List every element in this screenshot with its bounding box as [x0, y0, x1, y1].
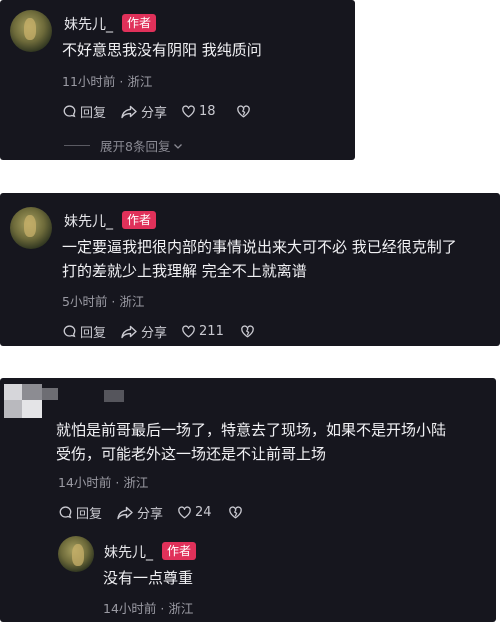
- comment-actions: 回复 分享 18: [62, 102, 268, 121]
- share-icon: [120, 324, 138, 340]
- expand-replies[interactable]: 展开8条回复: [64, 136, 184, 155]
- comment-actions: 回复 分享 211: [62, 322, 272, 341]
- reply-button[interactable]: 回复: [62, 322, 106, 341]
- like-button[interactable]: 211: [181, 324, 224, 339]
- share-label: 分享: [137, 507, 164, 522]
- reply-author-badge: 作者: [162, 542, 197, 560]
- broken-heart-icon: [236, 104, 251, 119]
- broken-heart-icon: [228, 505, 243, 520]
- expand-replies-label: 展开8条回复: [100, 139, 171, 154]
- heart-icon: [177, 505, 192, 520]
- share-label: 分享: [141, 106, 168, 121]
- like-button[interactable]: 24: [177, 505, 212, 520]
- comment-meta: 5小时前 · 浙江: [62, 294, 145, 309]
- like-count: 211: [199, 324, 224, 339]
- reply-avatar[interactable]: [58, 536, 94, 572]
- broken-heart-icon: [240, 324, 255, 339]
- share-label: 分享: [141, 326, 168, 341]
- dislike-button[interactable]: [236, 104, 254, 119]
- comment-meta: 14小时前 · 浙江: [58, 475, 149, 490]
- author-name[interactable]: 妹先儿_: [64, 211, 113, 231]
- author-badge: 作者: [122, 14, 157, 32]
- reply-icon: [62, 324, 77, 339]
- comment-meta: 11小时前 · 浙江: [62, 74, 153, 89]
- avatar[interactable]: [10, 10, 52, 52]
- dislike-button[interactable]: [240, 324, 258, 339]
- author-badge: 作者: [122, 211, 157, 229]
- reply-icon: [58, 505, 73, 520]
- like-count: 18: [199, 104, 216, 119]
- comment-card: 妹先儿_ 作者 一定要逼我把很内部的事情说出来大可不必 我已经很克制了 打的差就…: [0, 193, 500, 346]
- share-button[interactable]: 分享: [116, 503, 163, 522]
- avatar[interactable]: [10, 207, 52, 249]
- reply-label: 回复: [80, 326, 107, 341]
- reply-button[interactable]: 回复: [58, 503, 102, 522]
- like-count: 24: [195, 505, 212, 520]
- comment-actions: 回复 分享 24: [58, 503, 260, 522]
- share-button[interactable]: 分享: [120, 322, 167, 341]
- share-icon: [116, 505, 134, 521]
- heart-icon: [181, 324, 196, 339]
- reply-author-name[interactable]: 妹先儿_: [104, 542, 153, 562]
- heart-icon: [181, 104, 196, 119]
- reply-text: 没有一点尊重: [103, 569, 194, 587]
- comment-text-line: 打的差就少上我理解 完全不上就离谱: [62, 262, 307, 280]
- reply-meta: 14小时前 · 浙江: [103, 601, 194, 616]
- comment-text: 一定要逼我把很内部的事情说出来大可不必 我已经很克制了 打的差就少上我理解 完全…: [62, 235, 457, 283]
- share-icon: [120, 104, 138, 120]
- reply-label: 回复: [80, 106, 107, 121]
- reply-icon: [62, 104, 77, 119]
- reply-button[interactable]: 回复: [62, 102, 106, 121]
- reply-label: 回复: [76, 507, 103, 522]
- comment-text: 不好意思我没有阴阳 我纯质问: [62, 41, 262, 59]
- comment-text-line: 就怕是前哥最后一场了，特意去了现场，如果不是开场小陆: [56, 421, 447, 439]
- dislike-button[interactable]: [228, 505, 246, 520]
- chevron-down-icon: [172, 140, 184, 152]
- like-button[interactable]: 18: [181, 104, 216, 119]
- comment-card: 妹先儿_ 作者 不好意思我没有阴阳 我纯质问 11小时前 · 浙江 回复 分享 …: [0, 0, 355, 160]
- comment-text-line: 受伤，可能老外这一场还是不让前哥上场: [56, 445, 327, 463]
- author-name[interactable]: 妹先儿_: [64, 14, 113, 34]
- comment-text-line: 一定要逼我把很内部的事情说出来大可不必 我已经很克制了: [62, 238, 457, 256]
- divider: [64, 145, 90, 146]
- comment-text: 就怕是前哥最后一场了，特意去了现场，如果不是开场小陆 受伤，可能老外这一场还是不…: [56, 418, 446, 466]
- share-button[interactable]: 分享: [120, 102, 167, 121]
- comment-card: 就怕是前哥最后一场了，特意去了现场，如果不是开场小陆 受伤，可能老外这一场还是不…: [0, 378, 496, 622]
